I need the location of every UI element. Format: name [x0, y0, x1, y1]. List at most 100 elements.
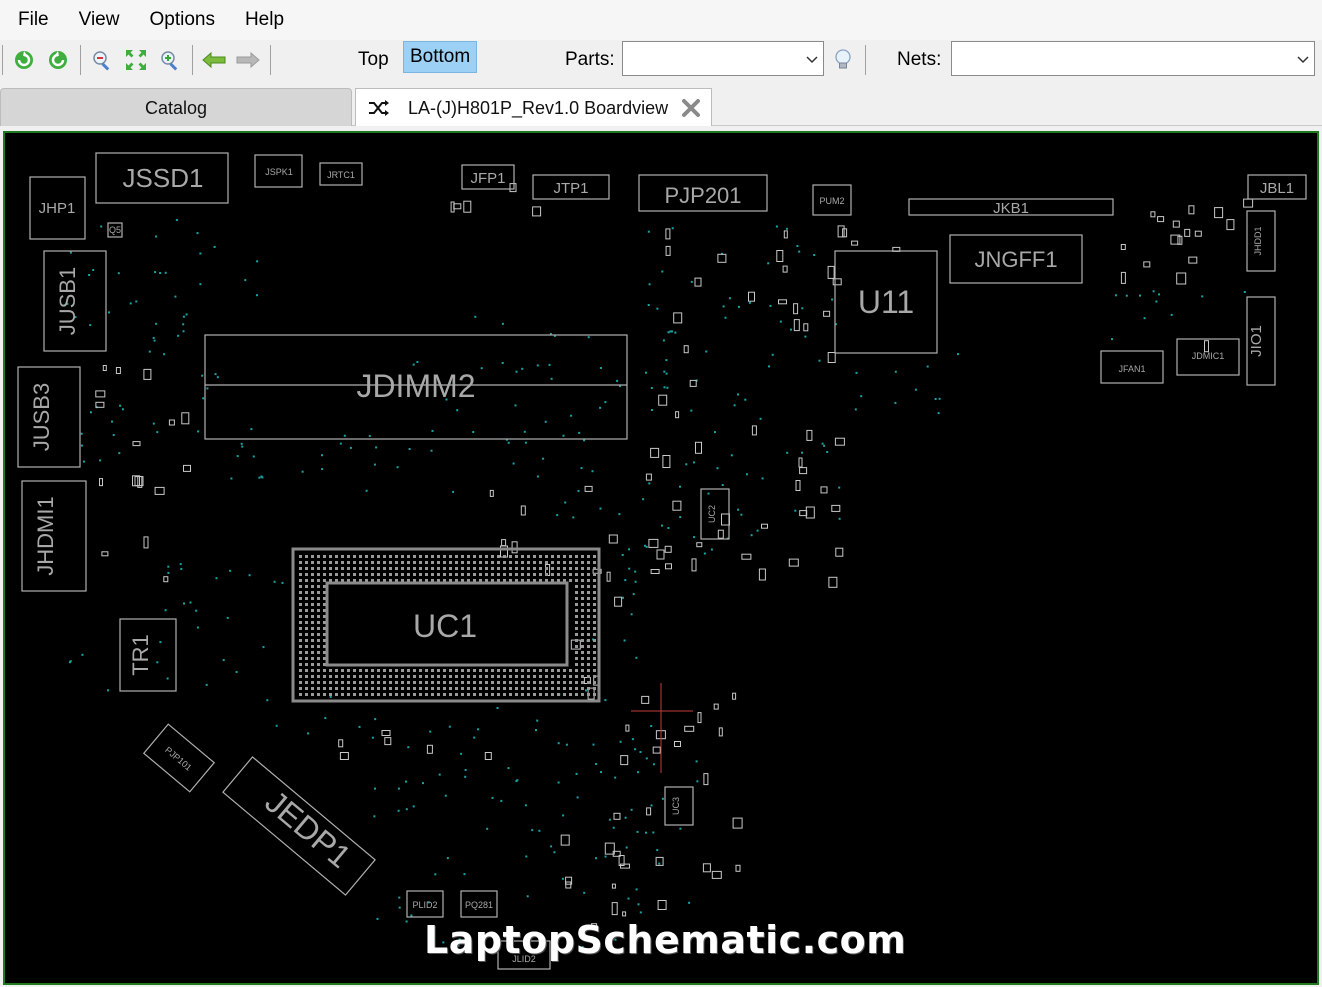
- via: [536, 719, 539, 722]
- via: [121, 408, 124, 411]
- via: [652, 831, 655, 834]
- bga-ball: [389, 561, 392, 564]
- board-drawing: JSSD1 JHP1 JSPK1 JRTC1 JFP1 JTP1 PJP201 …: [17, 152, 1307, 970]
- bottom-side-button[interactable]: Bottom: [403, 41, 478, 73]
- bga-ball: [593, 573, 596, 576]
- bga-ball: [587, 567, 590, 570]
- svg-text:UC1: UC1: [413, 608, 477, 644]
- via: [460, 752, 463, 755]
- bga-ball: [563, 669, 566, 672]
- via: [236, 455, 239, 458]
- bga-ball: [575, 561, 578, 564]
- via: [321, 454, 323, 457]
- close-icon[interactable]: [680, 97, 702, 119]
- bga-ball: [533, 693, 536, 696]
- bga-ball: [299, 639, 302, 642]
- bga-ball: [419, 573, 422, 576]
- nets-combobox[interactable]: [951, 41, 1315, 76]
- bga-ball: [347, 693, 350, 696]
- bga-ball: [365, 687, 368, 690]
- bga-ball: [299, 645, 302, 648]
- menu-view[interactable]: View: [64, 0, 135, 40]
- pad: [778, 299, 787, 305]
- svg-text:JDIMM2: JDIMM2: [356, 368, 475, 404]
- board-canvas[interactable]: JSSD1 JHP1 JSPK1 JRTC1 JFP1 JTP1 PJP201 …: [3, 131, 1319, 985]
- bga-ball: [455, 681, 458, 684]
- top-side-button[interactable]: Top: [358, 46, 389, 74]
- rotate-ccw-icon[interactable]: [45, 47, 71, 73]
- via: [156, 661, 159, 664]
- bga-ball: [401, 567, 404, 570]
- via: [630, 613, 633, 616]
- bga-ball: [323, 693, 326, 696]
- bga-ball: [503, 555, 506, 558]
- bga-ball: [425, 687, 428, 690]
- rotate-cw-icon[interactable]: [11, 47, 37, 73]
- via: [1152, 290, 1155, 293]
- bga-ball: [575, 657, 578, 660]
- bga-ball: [329, 573, 332, 576]
- bga-ball: [551, 687, 554, 690]
- bga-ball: [467, 687, 470, 690]
- fit-all-icon[interactable]: [123, 47, 149, 73]
- zoom-in-icon[interactable]: [157, 47, 183, 73]
- via: [737, 508, 740, 511]
- bga-ball: [479, 669, 482, 672]
- bga-ball: [479, 687, 482, 690]
- back-arrow-icon[interactable]: [201, 47, 227, 73]
- bga-ball: [323, 669, 326, 672]
- via: [266, 699, 269, 702]
- bga-ball: [473, 669, 476, 672]
- via: [480, 367, 483, 370]
- via: [756, 529, 759, 532]
- menu-options[interactable]: Options: [134, 0, 229, 40]
- forward-arrow-icon[interactable]: [235, 47, 261, 73]
- pad: [834, 437, 845, 446]
- menu-help[interactable]: Help: [230, 0, 299, 40]
- bga-ball: [383, 567, 386, 570]
- bga-ball: [359, 675, 362, 678]
- via: [690, 409, 693, 412]
- tab-catalog[interactable]: Catalog: [0, 88, 352, 126]
- bga-ball: [581, 597, 584, 600]
- bga-ball: [515, 567, 518, 570]
- bga-ball: [593, 567, 596, 570]
- bga-ball: [455, 561, 458, 564]
- via: [570, 414, 573, 417]
- via: [1243, 291, 1246, 293]
- pad: [584, 485, 593, 492]
- bga-ball: [485, 555, 488, 558]
- bga-ball: [575, 687, 578, 690]
- bga-ball: [575, 693, 578, 696]
- bga-ball: [551, 693, 554, 696]
- lightbulb-icon[interactable]: [830, 47, 856, 73]
- bga-ball: [575, 675, 578, 678]
- pad: [1172, 220, 1180, 228]
- component-jdimm2: JDIMM2: [204, 334, 628, 440]
- via: [645, 545, 648, 548]
- via: [108, 311, 110, 314]
- bga-ball: [407, 567, 410, 570]
- bga-ball: [425, 567, 428, 570]
- tab-boardview[interactable]: LA-(J)H801P_Rev1.0 Boardview: [355, 88, 712, 126]
- bga-ball: [401, 555, 404, 558]
- bga-ball: [359, 687, 362, 690]
- bga-ball: [587, 663, 590, 666]
- pad: [1150, 211, 1156, 218]
- parts-combobox[interactable]: [622, 41, 824, 76]
- bga-ball: [539, 675, 542, 678]
- bga-ball: [545, 561, 548, 564]
- pad: [675, 411, 680, 419]
- via: [679, 485, 681, 488]
- bga-ball: [527, 675, 530, 678]
- pad: [1184, 228, 1191, 237]
- bga-ball: [461, 681, 464, 684]
- menu-file[interactable]: File: [0, 0, 64, 40]
- pad: [697, 712, 702, 724]
- zoom-out-icon[interactable]: [89, 47, 115, 73]
- via: [642, 498, 645, 501]
- via: [744, 398, 747, 401]
- bga-ball: [509, 681, 512, 684]
- via: [438, 773, 441, 776]
- bga-ball: [311, 693, 314, 696]
